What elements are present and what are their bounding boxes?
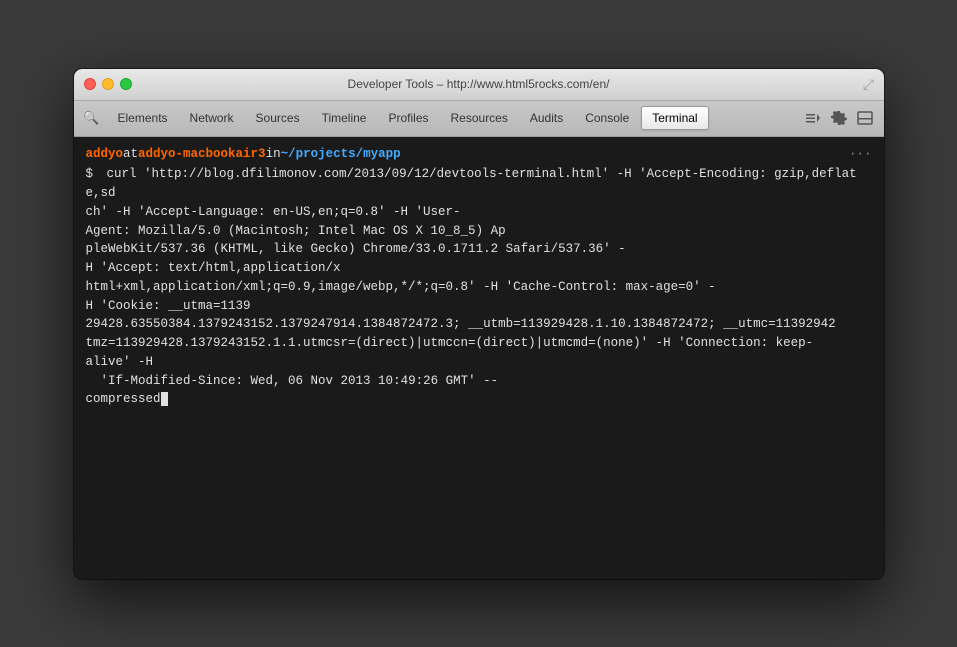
tab-sources[interactable]: Sources bbox=[246, 107, 310, 129]
tab-terminal[interactable]: Terminal bbox=[641, 106, 708, 130]
execute-icon[interactable] bbox=[802, 107, 824, 129]
prompt-user: addyo bbox=[86, 145, 124, 164]
tab-network[interactable]: Network bbox=[180, 107, 244, 129]
toolbar-icons bbox=[802, 107, 876, 129]
tab-elements[interactable]: Elements bbox=[108, 107, 178, 129]
prompt-in: in bbox=[266, 145, 281, 164]
tab-console[interactable]: Console bbox=[575, 107, 639, 129]
devtools-window: Developer Tools – http://www.html5rocks.… bbox=[74, 69, 884, 579]
prompt-host: addyo-macbookair3 bbox=[138, 145, 266, 164]
maximize-button[interactable] bbox=[120, 78, 132, 90]
minimize-button[interactable] bbox=[102, 78, 114, 90]
titlebar: Developer Tools – http://www.html5rocks.… bbox=[74, 69, 884, 101]
prompt-at: at bbox=[123, 145, 138, 164]
settings-icon[interactable] bbox=[828, 107, 850, 129]
dock-icon[interactable] bbox=[854, 107, 876, 129]
cursor bbox=[161, 392, 168, 406]
prompt-path: ~/projects/myapp bbox=[281, 145, 401, 164]
command-output: $ curl 'http://blog.dfilimonov.com/2013/… bbox=[86, 165, 872, 409]
close-button[interactable] bbox=[84, 78, 96, 90]
prompt-dollar: $ bbox=[86, 167, 94, 181]
terminal-dots: ··· bbox=[849, 145, 872, 164]
search-icon[interactable] bbox=[82, 108, 102, 128]
tab-audits[interactable]: Audits bbox=[520, 107, 573, 129]
resize-icon[interactable] bbox=[862, 77, 876, 91]
tab-profiles[interactable]: Profiles bbox=[378, 107, 438, 129]
toolbar: Elements Network Sources Timeline Profil… bbox=[74, 101, 884, 137]
traffic-lights bbox=[84, 78, 132, 90]
tab-timeline[interactable]: Timeline bbox=[312, 107, 377, 129]
prompt-line: addyo at addyo-macbookair3 in ~/projects… bbox=[86, 145, 872, 164]
terminal-content[interactable]: addyo at addyo-macbookair3 in ~/projects… bbox=[74, 137, 884, 579]
window-title: Developer Tools – http://www.html5rocks.… bbox=[348, 77, 610, 91]
tab-resources[interactable]: Resources bbox=[441, 107, 518, 129]
